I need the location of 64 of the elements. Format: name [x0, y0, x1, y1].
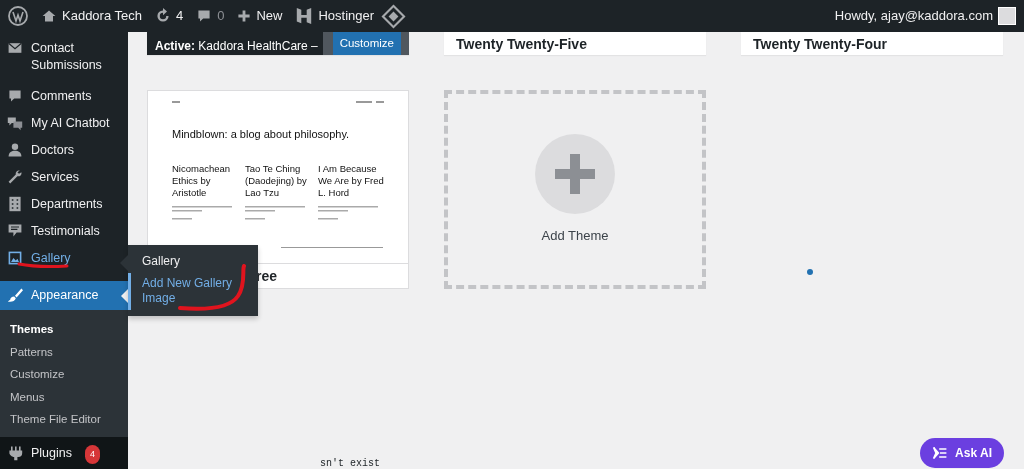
sidebar-item[interactable]: Services [0, 164, 128, 191]
post-title: Nicomachean Ethics by Aristotle [172, 162, 232, 200]
menu-item-icon [7, 142, 23, 158]
new-link[interactable]: New [237, 6, 283, 26]
add-theme-label: Add Theme [541, 226, 609, 245]
menu-item-icon [7, 40, 23, 56]
sidebar-item[interactable]: Doctors [0, 137, 128, 164]
site-logo-mark [172, 101, 180, 104]
greeting: Howdy, ajay@kaddora.com [834, 7, 993, 26]
menu-item-icon [7, 196, 23, 212]
customize-button[interactable]: Customize [332, 32, 401, 55]
submenu-item[interactable]: Menus [0, 385, 128, 408]
hosting-logo-icon [295, 7, 314, 25]
post-title: Tao Te Ching (Daodejing) by Lao Tzu [245, 162, 308, 200]
theme-card[interactable]: Twenty Twenty-Five [444, 32, 706, 55]
status-text: sn't exist [320, 459, 380, 469]
sidebar-item[interactable]: Appearance [0, 281, 128, 310]
menu-item-icon [7, 444, 23, 461]
theme-name: Twenty Twenty-Five [456, 35, 587, 54]
hosting-label: Hostinger [318, 7, 375, 26]
comments-link[interactable]: 0 [196, 6, 225, 26]
count-badge: 4 [85, 444, 100, 464]
new-label: New [256, 7, 283, 26]
theme-card[interactable]: Twenty Twenty-Four [741, 32, 1003, 55]
ask-ai-button[interactable]: Ask AI [920, 438, 1004, 468]
add-theme-card[interactable]: Add Theme [444, 90, 706, 289]
updates-link[interactable]: 4 [155, 6, 184, 26]
theme-name: Twenty Twenty-Four [753, 35, 888, 54]
menu-item-icon [7, 88, 23, 104]
cursor-dot [807, 269, 813, 275]
site-name: Kaddora Tech [62, 7, 142, 26]
comment-icon [196, 8, 213, 24]
submenu-item[interactable]: Patterns [0, 340, 128, 363]
wordpress-logo-icon [8, 6, 28, 26]
sidebar-item[interactable]: My AI Chatbot [0, 110, 128, 137]
sidebar-item[interactable]: Testimonials [0, 218, 128, 245]
post-title: I Am Because We Are by Fred L. Hord [318, 162, 384, 200]
home-icon [41, 8, 57, 24]
sidebar-item[interactable]: Contact Submissions [0, 35, 128, 79]
updates-count: 4 [176, 7, 184, 26]
comments-count: 0 [217, 7, 225, 26]
plus-icon [237, 9, 252, 23]
sidebar-item[interactable]: Departments [0, 191, 128, 218]
sidebar-item[interactable]: Gallery [0, 245, 128, 272]
menu-item-icon [7, 223, 23, 239]
hosting-link[interactable]: Hostinger [295, 6, 375, 26]
account-link[interactable]: Howdy, ajay@kaddora.com [834, 6, 1016, 26]
plus-icon [535, 133, 615, 214]
sparkle-icon [932, 445, 949, 461]
refresh-icon [155, 8, 171, 24]
preview-heading: Mindblown: a blog about philosophy. [172, 127, 351, 142]
sidebar-item[interactable]: Comments [0, 83, 128, 110]
submenu-item[interactable]: Themes [0, 318, 128, 341]
menu-item-icon [7, 250, 23, 266]
site-link[interactable]: Kaddora Tech [41, 6, 142, 26]
submenu-item[interactable]: Customize [0, 363, 128, 386]
menu-item-icon [7, 115, 23, 131]
active-theme-name: Active: Kaddora HealthCare – [154, 38, 319, 55]
theme-card[interactable]: Active: Kaddora HealthCare – Customize [147, 32, 409, 55]
menu-item-icon [7, 169, 23, 185]
nav-links-mark [356, 101, 384, 104]
avatar-icon [998, 7, 1016, 25]
submenu-item[interactable]: Theme File Editor [0, 408, 128, 431]
menu-item-icon [7, 287, 23, 303]
